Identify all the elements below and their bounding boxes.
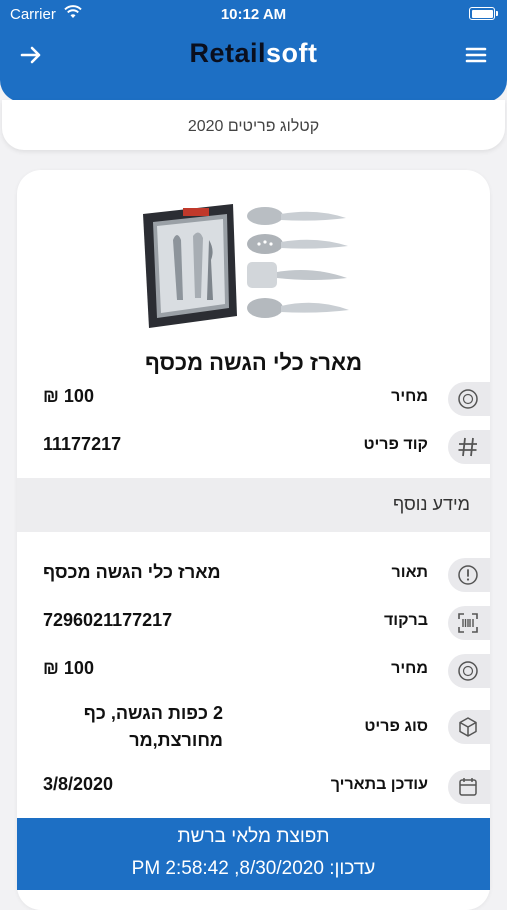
price-value-additional: 100 ₪ — [43, 658, 94, 678]
status-bar: Carrier 10:12 AM — [0, 0, 507, 30]
catalog-title: קטלוג פריטים 2020 — [187, 118, 320, 135]
logo-text-soft: soft — [266, 38, 318, 68]
serving-utensils-set-image — [143, 204, 349, 328]
price-icon-pill — [448, 382, 490, 416]
stock-distribution-banner[interactable]: תפוצת מלאי ברשת עדכון: 8/30/2020, 2:58:4… — [17, 818, 490, 890]
code-icon-pill — [448, 430, 490, 464]
description-row: תאור מארז כלי הגשה מכסף — [17, 554, 490, 594]
catalog-bar: קטלוג פריטים 2020 — [2, 100, 505, 150]
calendar-icon — [459, 778, 477, 796]
description-value: מארז כלי הגשה מכסף — [43, 562, 221, 582]
barcode-row: ברקוד 7296021177217 — [17, 602, 490, 642]
additional-info-header: מידע נוסף — [17, 478, 490, 532]
hash-icon — [458, 437, 477, 457]
price-label-additional: מחיר — [391, 660, 428, 677]
description-icon-pill — [448, 558, 490, 592]
battery-fill — [471, 9, 493, 18]
updated-date-row: עודכן בתאריך 3/8/2020 — [17, 766, 490, 806]
item-code-label: קוד פריט — [363, 436, 428, 453]
item-type-value-line2: מחורצת,מר — [129, 730, 223, 750]
price2-icon-pill — [448, 654, 490, 688]
info-circle-icon — [458, 565, 478, 585]
item-code-value: 11177217 — [43, 434, 122, 454]
price-row: מחיר 100 ₪ — [17, 378, 490, 418]
item-type-icon-pill — [448, 710, 490, 744]
coin-icon — [458, 389, 478, 409]
product-card: מארז כלי הגשה מכסף מחיר 100 ₪ קוד פריט 1… — [17, 170, 490, 910]
stock-update-timestamp: עדכון: 8/30/2020, 2:58:42 PM — [131, 858, 376, 879]
item-type-label: סוג פריט — [364, 718, 428, 735]
additional-info-title: מידע נוסף — [392, 494, 470, 514]
item-type-row: סוג פריט 2 כפות הגשה, כף מחורצת,מר — [17, 700, 490, 760]
coin-icon — [458, 661, 478, 681]
description-label: תאור — [391, 564, 428, 581]
hamburger-menu-icon[interactable] — [463, 42, 489, 68]
updated-date-label: עודכן בתאריך — [330, 776, 428, 793]
app-header: Carrier 10:12 AM Retailsoft — [0, 0, 507, 102]
price-label: מחיר — [391, 388, 428, 405]
date-icon-pill — [448, 770, 490, 804]
logo-text-retail: Retail — [189, 38, 267, 68]
price-value: 100 ₪ — [43, 386, 94, 406]
barcode-label: ברקוד — [383, 612, 428, 629]
barcode-scan-icon — [458, 613, 478, 633]
retailsoft-logo: Retailsoft — [0, 38, 507, 69]
product-title: מארז כלי הגשה מכסף — [144, 350, 363, 375]
stock-distribution-title: תפוצת מלאי ברשת — [177, 826, 330, 847]
clock: 10:12 AM — [220, 6, 287, 23]
price-row-additional: מחיר 100 ₪ — [17, 650, 490, 690]
barcode-icon-pill — [448, 606, 490, 640]
item-type-value: 2 כפות הגשה, כף מחורצת,מר — [43, 700, 223, 754]
item-code-row: קוד פריט 11177217 — [17, 426, 490, 466]
box-icon — [459, 717, 477, 737]
battery-icon — [469, 7, 498, 20]
barcode-value: 7296021177217 — [43, 610, 173, 630]
item-type-value-line1: 2 כפות הגשה, כף — [83, 703, 223, 723]
updated-date-value: 3/8/2020 — [43, 774, 114, 794]
